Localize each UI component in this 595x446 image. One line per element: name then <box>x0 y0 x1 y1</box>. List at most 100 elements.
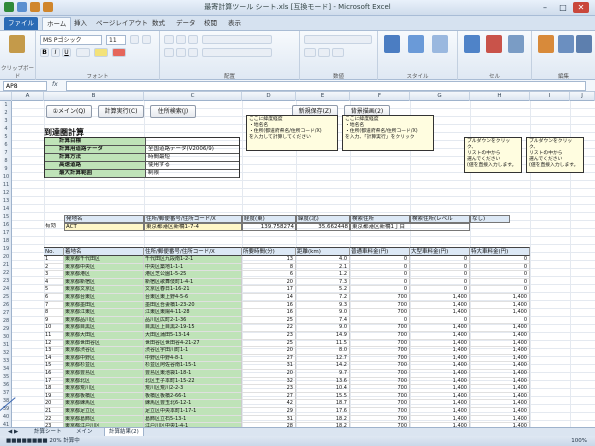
row-number[interactable]: 17 <box>0 229 12 237</box>
table-cell[interactable]: 荒川区荒川2-2-3 <box>144 385 242 393</box>
table-header[interactable]: 大型車料金(円) <box>410 247 470 256</box>
tab-review[interactable]: 校閲 <box>200 17 221 30</box>
align-top-icon[interactable] <box>164 35 174 44</box>
origin-name[interactable]: ACT <box>64 223 144 231</box>
table-cell[interactable]: 東京都大田区 <box>64 332 144 340</box>
table-cell[interactable]: 東京都港区 <box>64 271 144 279</box>
table-cell[interactable]: 東京都練馬区 <box>64 400 144 408</box>
table-cell[interactable]: 葛飾区立石5-13-1 <box>144 415 242 424</box>
table-cell[interactable]: 東京都渋谷区 <box>64 347 144 355</box>
table-cell[interactable]: 足立区中央本町1-17-1 <box>144 408 242 416</box>
table-cell[interactable]: 東京都品川区 <box>64 316 144 325</box>
autosum-icon[interactable] <box>538 35 554 53</box>
row-number[interactable]: 15 <box>0 213 12 221</box>
table-cell[interactable]: 千代田区九段南1-2-1 <box>144 256 242 264</box>
column-header[interactable]: J <box>570 92 595 101</box>
row-number[interactable]: 8 <box>0 157 12 165</box>
align-center-icon[interactable] <box>176 48 186 57</box>
format-table-icon[interactable] <box>408 35 424 53</box>
row-number[interactable]: 16 <box>0 221 12 229</box>
table-header[interactable]: 特大車料金(円) <box>470 247 530 256</box>
tab-home[interactable]: ホーム <box>42 17 72 30</box>
table-cell[interactable]: 東京都足立区 <box>64 408 144 416</box>
table-cell[interactable]: 東京都中央区 <box>64 263 144 272</box>
table-header[interactable]: 距離(km) <box>296 247 350 256</box>
table-cell[interactable]: 東京都千代田区 <box>64 256 144 264</box>
table-cell[interactable]: 北区王子本町1-15-22 <box>144 377 242 386</box>
row-number[interactable]: 23 <box>0 277 12 285</box>
delete-cells-icon[interactable] <box>486 35 502 53</box>
row-number[interactable]: 26 <box>0 301 12 309</box>
font-color-icon[interactable] <box>112 48 126 57</box>
table-cell[interactable]: 東京都文京区 <box>64 286 144 294</box>
column-header[interactable]: F <box>350 92 410 101</box>
column-header[interactable]: E <box>296 92 350 101</box>
tab-insert[interactable]: 挿入 <box>70 17 91 30</box>
row-number[interactable]: 29 <box>0 325 12 333</box>
row-number[interactable]: 9 <box>0 165 12 173</box>
formula-input[interactable] <box>66 81 586 91</box>
column-header[interactable]: D <box>242 92 296 101</box>
table-header[interactable]: 普通車料金(円) <box>350 247 410 256</box>
row-number[interactable]: 18 <box>0 237 12 245</box>
table-cell[interactable]: 大田区蒲田5-13-14 <box>144 332 242 340</box>
font-size-select[interactable]: 11 <box>106 35 126 45</box>
name-box[interactable]: AP8 <box>3 81 47 91</box>
origin-address[interactable]: 東京都港区新橋1-7-4 <box>144 223 242 231</box>
percent-icon[interactable] <box>318 48 330 57</box>
setting-value[interactable]: 時間最短 <box>145 154 239 162</box>
row-number[interactable]: 10 <box>0 173 12 181</box>
row-number[interactable]: 40 <box>0 413 12 421</box>
table-cell[interactable]: 豊島区東池袋1-18-1 <box>144 370 242 378</box>
wrap-text-button[interactable] <box>202 35 272 44</box>
table-header[interactable]: 着地名 <box>64 247 144 256</box>
align-middle-icon[interactable] <box>176 35 186 44</box>
table-cell[interactable]: 目黒区上目黒2-19-15 <box>144 324 242 332</box>
calc-button[interactable]: 計算実行(C) <box>98 105 144 118</box>
row-number[interactable]: 34 <box>0 365 12 373</box>
table-cell[interactable]: 杉並区阿佐谷南1-15-1 <box>144 362 242 370</box>
find-select-icon[interactable] <box>576 35 592 53</box>
row-number[interactable]: 11 <box>0 181 12 189</box>
table-header[interactable]: 所要時間(分) <box>242 247 296 256</box>
shrink-font-icon[interactable] <box>142 35 151 44</box>
table-cell[interactable]: 墨田区吾妻橋1-23-20 <box>144 301 242 310</box>
table-cell[interactable]: 江東区東陽4-11-28 <box>144 309 242 317</box>
align-bottom-icon[interactable] <box>188 35 198 44</box>
align-left-icon[interactable] <box>164 48 174 57</box>
font-name-select[interactable]: MS Pゴシック <box>40 35 102 45</box>
table-cell[interactable]: 中野区中野4-8-1 <box>144 354 242 363</box>
setting-value[interactable]: 全国道路データ(V2006/9) <box>145 146 239 154</box>
align-right-icon[interactable] <box>188 48 198 57</box>
row-number[interactable]: 3 <box>0 117 12 125</box>
table-header[interactable]: 住所/郵便番号/住所コード/X <box>144 247 242 256</box>
row-number[interactable]: 30 <box>0 333 12 341</box>
maximize-icon[interactable]: □ <box>555 2 571 13</box>
conditional-format-icon[interactable] <box>384 35 400 53</box>
row-number[interactable]: 4 <box>0 125 12 133</box>
format-cells-icon[interactable] <box>508 35 524 53</box>
row-number[interactable]: 36 <box>0 381 12 389</box>
row-number[interactable]: 25 <box>0 293 12 301</box>
row-number[interactable]: 2 <box>0 109 12 117</box>
paste-icon[interactable] <box>9 35 25 53</box>
row-number[interactable]: 22 <box>0 269 12 277</box>
row-number[interactable]: 14 <box>0 205 12 213</box>
table-cell[interactable]: 世田谷区世田谷4-21-27 <box>144 339 242 348</box>
worksheet[interactable]: 1 2 3 4 5 6 7 8 9 10 11 12 13 14 15 16 17 18 19 20 21 22 23 24 2… <box>0 101 595 427</box>
fx-icon[interactable]: fx <box>52 81 58 88</box>
column-header[interactable]: H <box>470 92 530 101</box>
table-cell[interactable]: 新宿区歌舞伎町1-4-1 <box>144 278 242 287</box>
row-number[interactable]: 35 <box>0 373 12 381</box>
row-number[interactable]: 7 <box>0 149 12 157</box>
column-header[interactable]: C <box>144 92 242 101</box>
number-format-select[interactable] <box>304 35 372 44</box>
cell-styles-icon[interactable] <box>432 35 448 53</box>
row-number[interactable]: 31 <box>0 341 12 349</box>
column-header[interactable]: A <box>12 92 44 101</box>
sort-filter-icon[interactable] <box>558 35 574 53</box>
table-cell[interactable]: 東京都葛飾区 <box>64 415 144 424</box>
row-number[interactable]: 27 <box>0 309 12 317</box>
bold-icon[interactable]: B <box>40 48 49 57</box>
insert-cells-icon[interactable] <box>464 35 480 53</box>
